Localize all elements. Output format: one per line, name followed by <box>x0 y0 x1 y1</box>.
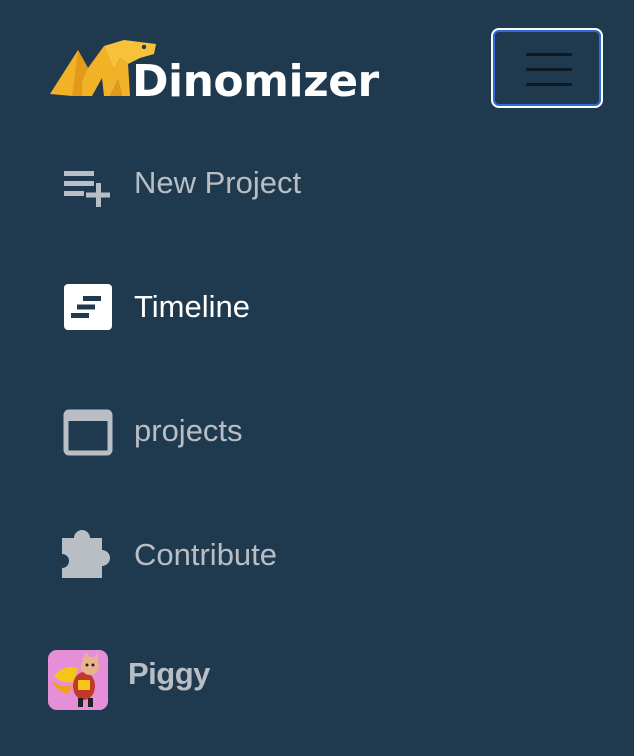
mobile-navbar: Dinomizer New Project Timeline projects … <box>0 0 634 756</box>
nav-item-projects[interactable]: projects <box>48 396 448 466</box>
navbar-toggler-button[interactable] <box>491 28 603 108</box>
piggy-avatar-icon <box>48 650 108 710</box>
nav-label-projects: projects <box>134 413 243 448</box>
nav-item-new-project[interactable]: New Project <box>48 148 448 218</box>
hamburger-bar <box>526 83 572 86</box>
avatar <box>48 650 108 710</box>
nav-label-new-project: New Project <box>134 165 302 200</box>
user-menu[interactable]: Piggy <box>48 648 448 718</box>
hamburger-bar <box>526 68 572 71</box>
hamburger-icon <box>526 53 572 56</box>
brand-name: Dinomizer <box>132 56 379 107</box>
playlist-add-icon <box>64 171 110 207</box>
nav-label-contribute: Contribute <box>134 537 278 572</box>
user-name: Piggy <box>128 656 210 691</box>
nav-item-timeline[interactable]: Timeline <box>48 272 448 342</box>
timeline-icon <box>64 284 112 330</box>
puzzle-piece-icon <box>62 530 110 578</box>
nav-item-contribute[interactable]: Contribute <box>48 520 448 590</box>
window-icon <box>63 409 113 456</box>
nav-label-timeline: Timeline <box>134 289 250 324</box>
